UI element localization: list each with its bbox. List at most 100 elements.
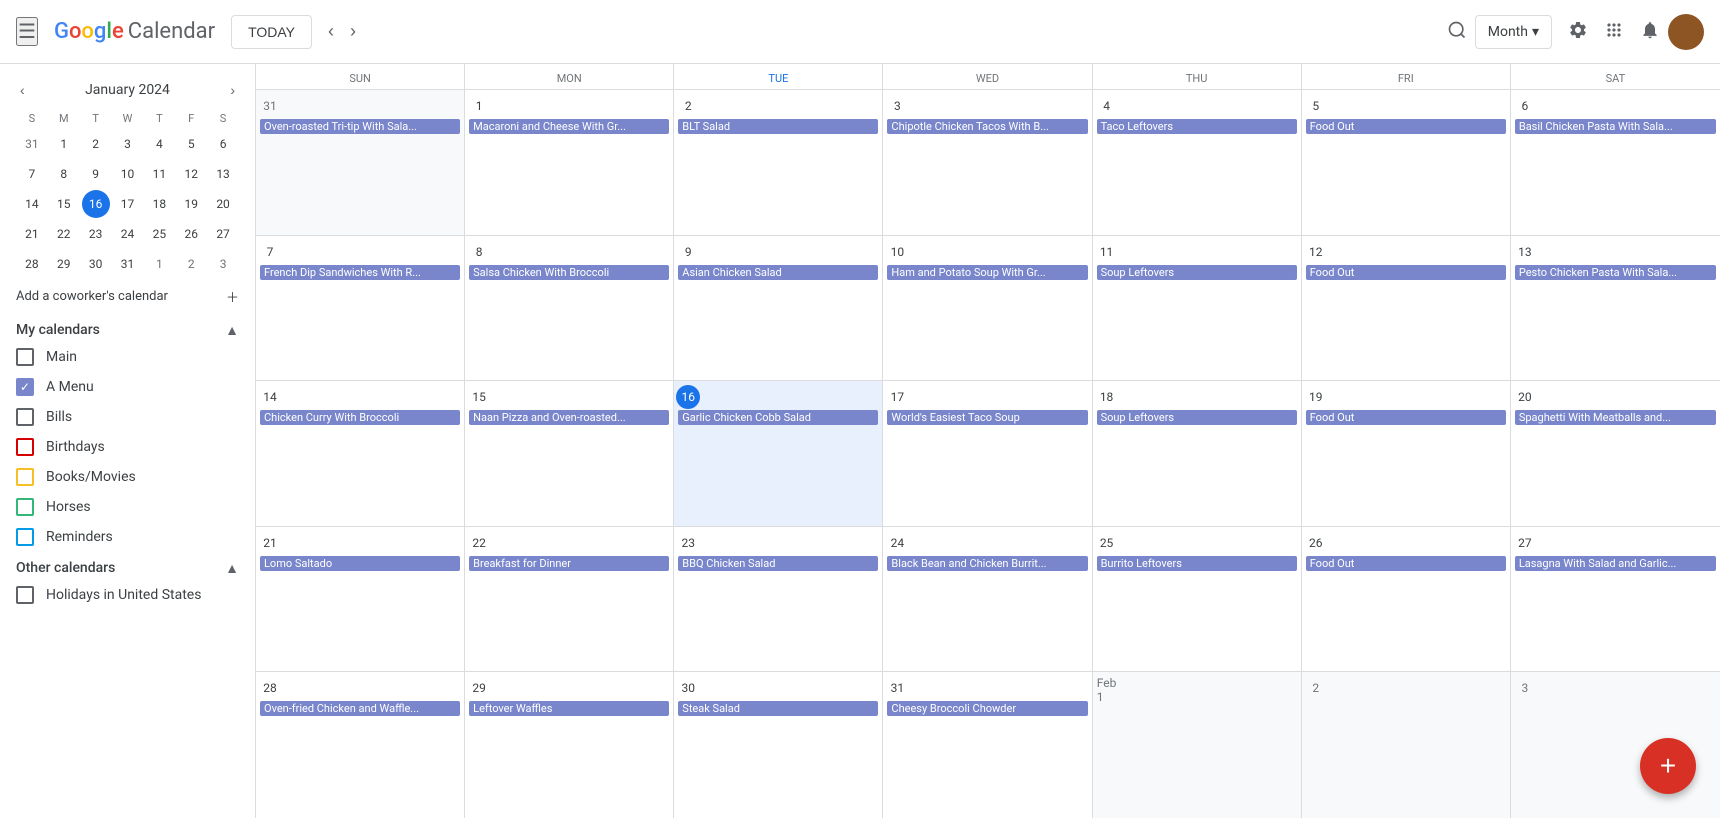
cal-cell-jan26[interactable]: 26 Food Out — [1302, 527, 1511, 672]
cal-cell-dec31[interactable]: 31 Oven-roasted Tri-tip With Sala... — [256, 90, 465, 235]
today-button[interactable]: TODAY — [231, 15, 312, 49]
cal-cell-jan4[interactable]: 4 Taco Leftovers — [1093, 90, 1302, 235]
mini-cal-day[interactable]: 8 — [50, 160, 78, 188]
cal-cell-jan15[interactable]: 15 Naan Pizza and Oven-roasted... — [465, 381, 674, 526]
cal-cell-jan9[interactable]: 9 Asian Chicken Salad — [674, 236, 883, 381]
calendar-event[interactable]: Food Out — [1306, 410, 1506, 425]
calendar-event[interactable]: BLT Salad — [678, 119, 878, 134]
calendar-item-bills[interactable]: Bills — [0, 402, 255, 432]
mini-cal-prev[interactable]: ‹ — [16, 80, 29, 100]
calendar-event[interactable]: Pesto Chicken Pasta With Sala... — [1515, 265, 1716, 280]
calendar-event[interactable]: Chipotle Chicken Tacos With B... — [887, 119, 1087, 134]
calendar-item-birthdays[interactable]: Birthdays — [0, 432, 255, 462]
cal-cell-jan16-today[interactable]: 16 Garlic Chicken Cobb Salad — [674, 381, 883, 526]
calendar-checkbox-books[interactable] — [16, 468, 34, 486]
mini-cal-day[interactable]: 18 — [145, 190, 173, 218]
mini-cal-day[interactable]: 6 — [209, 130, 237, 158]
cal-cell-feb3[interactable]: 3 — [1511, 672, 1720, 818]
create-event-fab[interactable]: + — [1640, 738, 1696, 794]
cal-cell-jan7[interactable]: 7 French Dip Sandwiches With R... — [256, 236, 465, 381]
calendar-event[interactable]: Soup Leftovers — [1097, 410, 1297, 425]
mini-cal-day[interactable]: 3 — [209, 250, 237, 278]
cal-cell-jan31[interactable]: 31 Cheesy Broccoli Chowder — [883, 672, 1092, 818]
other-calendars-title[interactable]: Other calendars — [16, 560, 115, 576]
cal-cell-jan5[interactable]: 5 Food Out — [1302, 90, 1511, 235]
add-coworker-section[interactable]: Add a coworker's calendar ＋ — [0, 279, 255, 314]
mini-cal-day[interactable]: 14 — [18, 190, 46, 218]
calendar-event[interactable]: Naan Pizza and Oven-roasted... — [469, 410, 669, 425]
calendar-event[interactable]: World's Easiest Taco Soup — [887, 410, 1087, 425]
mini-cal-day[interactable]: 7 — [18, 160, 46, 188]
calendar-event[interactable]: Burrito Leftovers — [1097, 556, 1297, 571]
cal-cell-jan17[interactable]: 17 World's Easiest Taco Soup — [883, 381, 1092, 526]
settings-button[interactable] — [1560, 12, 1596, 51]
mini-cal-day[interactable]: 15 — [50, 190, 78, 218]
calendar-checkbox-bills[interactable] — [16, 408, 34, 426]
cal-cell-jan28[interactable]: 28 Oven-fried Chicken and Waffle... — [256, 672, 465, 818]
calendar-item-books[interactable]: Books/Movies — [0, 462, 255, 492]
calendar-item-horses[interactable]: Horses — [0, 492, 255, 522]
calendar-item-main[interactable]: Main — [0, 342, 255, 372]
cal-cell-jan2[interactable]: 2 BLT Salad — [674, 90, 883, 235]
mini-cal-day[interactable]: 31 — [18, 130, 46, 158]
cal-cell-jan12[interactable]: 12 Food Out — [1302, 236, 1511, 381]
calendar-event[interactable]: Lasagna With Salad and Garlic... — [1515, 556, 1716, 571]
calendar-event[interactable]: Cheesy Broccoli Chowder — [887, 701, 1087, 716]
cal-cell-jan25[interactable]: 25 Burrito Leftovers — [1093, 527, 1302, 672]
mini-cal-day[interactable]: 2 — [82, 130, 110, 158]
calendar-checkbox-main[interactable] — [16, 348, 34, 366]
calendar-event[interactable]: Food Out — [1306, 265, 1506, 280]
mini-cal-day[interactable]: 31 — [113, 250, 141, 278]
mini-cal-day[interactable]: 2 — [177, 250, 205, 278]
calendar-event[interactable]: Basil Chicken Pasta With Sala... — [1515, 119, 1716, 134]
calendar-event[interactable]: Breakfast for Dinner — [469, 556, 669, 571]
mini-cal-next[interactable]: › — [226, 80, 239, 100]
mini-cal-day[interactable]: 25 — [145, 220, 173, 248]
mini-cal-day[interactable]: 21 — [18, 220, 46, 248]
mini-cal-day[interactable]: 10 — [113, 160, 141, 188]
other-calendars-toggle[interactable]: ▲ — [225, 560, 239, 576]
calendar-event[interactable]: Food Out — [1306, 119, 1506, 134]
mini-cal-day[interactable]: 1 — [50, 130, 78, 158]
calendar-event[interactable]: Leftover Waffles — [469, 701, 669, 716]
cal-cell-feb1[interactable]: Feb 1 — [1093, 672, 1302, 818]
mini-cal-day[interactable]: 12 — [177, 160, 205, 188]
mini-cal-day[interactable]: 11 — [145, 160, 173, 188]
mini-cal-day[interactable]: 27 — [209, 220, 237, 248]
cal-cell-jan11[interactable]: 11 Soup Leftovers — [1093, 236, 1302, 381]
cal-cell-jan13[interactable]: 13 Pesto Chicken Pasta With Sala... — [1511, 236, 1720, 381]
cal-cell-jan8[interactable]: 8 Salsa Chicken With Broccoli — [465, 236, 674, 381]
next-arrow[interactable]: › — [342, 15, 364, 48]
calendar-event[interactable]: Oven-roasted Tri-tip With Sala... — [260, 119, 460, 134]
calendar-event[interactable]: Ham and Potato Soup With Gr... — [887, 265, 1087, 280]
calendar-event[interactable]: Salsa Chicken With Broccoli — [469, 265, 669, 280]
mini-cal-day[interactable]: 19 — [177, 190, 205, 218]
cal-cell-jan18[interactable]: 18 Soup Leftovers — [1093, 381, 1302, 526]
cal-cell-jan22[interactable]: 22 Breakfast for Dinner — [465, 527, 674, 672]
cal-cell-jan24[interactable]: 24 Black Bean and Chicken Burrit... — [883, 527, 1092, 672]
cal-cell-jan29[interactable]: 29 Leftover Waffles — [465, 672, 674, 818]
cal-cell-jan6[interactable]: 6 Basil Chicken Pasta With Sala... — [1511, 90, 1720, 235]
mini-cal-day[interactable]: 13 — [209, 160, 237, 188]
calendar-event[interactable]: BBQ Chicken Salad — [678, 556, 878, 571]
mini-cal-day[interactable]: 4 — [145, 130, 173, 158]
calendar-event[interactable]: Taco Leftovers — [1097, 119, 1297, 134]
calendar-event[interactable]: Black Bean and Chicken Burrit... — [887, 556, 1087, 571]
cal-cell-jan14[interactable]: 14 Chicken Curry With Broccoli — [256, 381, 465, 526]
calendar-event[interactable]: Macaroni and Cheese With Gr... — [469, 119, 669, 134]
cal-cell-jan30[interactable]: 30 Steak Salad — [674, 672, 883, 818]
cal-cell-jan19[interactable]: 19 Food Out — [1302, 381, 1511, 526]
my-calendars-toggle[interactable]: ▲ — [225, 322, 239, 338]
cal-cell-feb2[interactable]: 2 — [1302, 672, 1511, 818]
mini-cal-day[interactable]: 22 — [50, 220, 78, 248]
mini-cal-day[interactable]: 20 — [209, 190, 237, 218]
calendar-event[interactable]: Lomo Saltado — [260, 556, 460, 571]
calendar-item-reminders[interactable]: Reminders — [0, 522, 255, 552]
cal-cell-jan23[interactable]: 23 BBQ Chicken Salad — [674, 527, 883, 672]
cal-cell-jan3[interactable]: 3 Chipotle Chicken Tacos With B... — [883, 90, 1092, 235]
mini-cal-day[interactable]: 30 — [82, 250, 110, 278]
cal-cell-jan20[interactable]: 20 Spaghetti With Meatballs and... — [1511, 381, 1720, 526]
calendar-event[interactable]: Asian Chicken Salad — [678, 265, 878, 280]
mini-cal-day[interactable]: 17 — [113, 190, 141, 218]
avatar[interactable] — [1668, 14, 1704, 50]
